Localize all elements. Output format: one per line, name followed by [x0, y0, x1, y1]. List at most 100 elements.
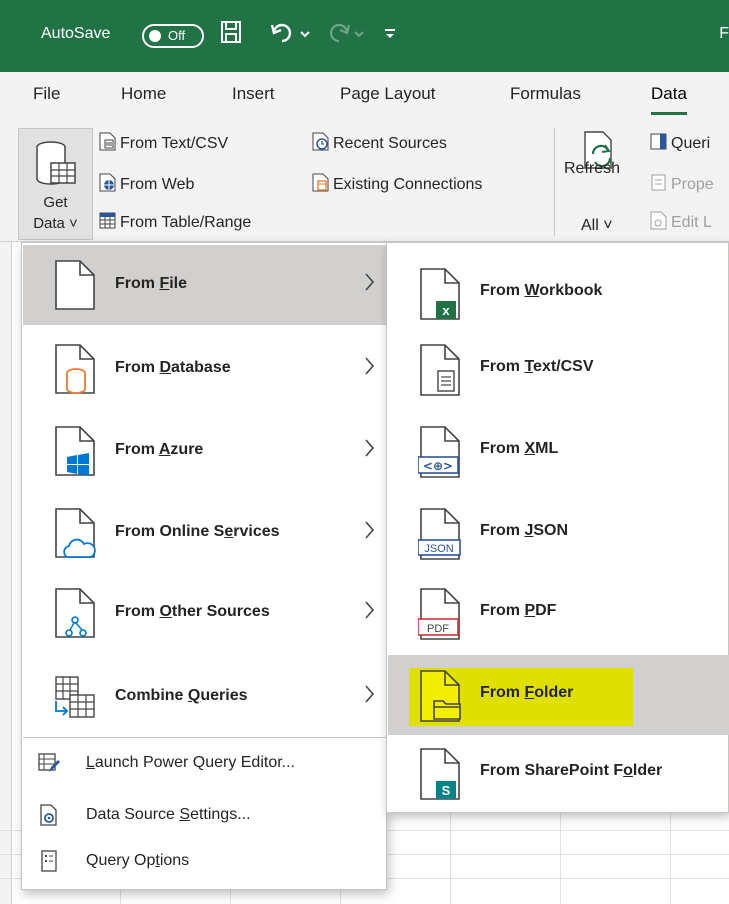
from-file-submenu: x From Workbook From Text/CSV <⊕> From X… [386, 242, 729, 813]
menu-item-label: From Other Sources [115, 603, 270, 620]
menu-item-from-file[interactable]: From File [23, 245, 386, 325]
menu-item-label: From XML [480, 440, 559, 457]
menu-item-label: From File [115, 275, 188, 292]
queries-label: Queri [671, 135, 711, 152]
row-headers [0, 242, 12, 904]
text-csv-icon [420, 344, 460, 396]
online-services-icon [55, 508, 96, 558]
file-icon [55, 260, 95, 310]
toggle-knob [149, 30, 161, 42]
tab-home[interactable]: Home [121, 84, 166, 104]
ribbon: Get Data ˅ From Text/CSV From Web From T… [0, 120, 729, 242]
menu-item-from-online-services[interactable]: From Online Services [23, 493, 386, 573]
table-icon [99, 212, 116, 229]
tab-insert[interactable]: Insert [232, 84, 275, 104]
existing-connections-label: Existing Connections [333, 176, 483, 193]
save-icon[interactable] [220, 20, 242, 44]
menu-item-label: From Text/CSV [480, 358, 594, 375]
edit-links-button: Edit L [650, 211, 712, 232]
menu-item-from-azure[interactable]: From Azure [23, 411, 386, 491]
properties-label: Prope [671, 176, 714, 193]
customize-qat-icon[interactable] [384, 28, 396, 40]
redo-dropdown-icon [354, 31, 364, 38]
chevron-right-icon [365, 601, 375, 619]
menu-separator [23, 737, 386, 738]
tab-page-layout[interactable]: Page Layout [340, 84, 435, 104]
pdf-badge-text: PDF [427, 623, 449, 635]
sharepoint-folder-icon: S [420, 748, 460, 800]
menu-item-label: From JSON [480, 522, 569, 539]
chevron-right-icon [365, 685, 375, 703]
database-icon [55, 344, 95, 394]
menu-item-from-sharepoint-folder[interactable]: S From SharePoint Folder [388, 733, 729, 813]
menu-item-label: Combine Queries [115, 687, 248, 704]
from-table-range-label: From Table/Range [120, 214, 252, 231]
from-web-button[interactable]: From Web [99, 173, 194, 194]
menu-item-from-xml[interactable]: <⊕> From XML [388, 411, 729, 491]
xml-icon: <⊕> [418, 426, 460, 478]
azure-icon [55, 426, 95, 476]
autosave-label: AutoSave [41, 25, 111, 42]
autosave-state: Off [168, 28, 186, 43]
recent-sources-button[interactable]: Recent Sources [312, 132, 447, 153]
pdf-icon: PDF [418, 588, 460, 640]
menu-item-from-other-sources[interactable]: From Other Sources [23, 573, 386, 653]
power-query-editor-icon [38, 753, 60, 772]
undo-dropdown-icon[interactable] [300, 30, 310, 38]
chevron-right-icon [365, 273, 375, 291]
window-title: F [719, 25, 729, 42]
edit-links-label: Edit L [671, 214, 712, 231]
other-sources-icon [55, 588, 95, 638]
from-text-csv-button[interactable]: From Text/CSV [99, 132, 228, 153]
query-options-icon [41, 850, 57, 872]
undo-icon[interactable] [270, 20, 296, 46]
existing-connections-button[interactable]: Existing Connections [312, 173, 482, 194]
menu-item-from-folder[interactable]: From Folder [388, 655, 729, 735]
edit-links-icon [650, 211, 667, 230]
autosave-toggle[interactable]: Off [142, 24, 204, 48]
menu-item-from-pdf[interactable]: PDF From PDF [388, 573, 729, 653]
menu-item-from-workbook[interactable]: x From Workbook [388, 253, 729, 333]
chevron-right-icon [365, 521, 375, 539]
folder-icon [420, 670, 461, 722]
get-data-menu: From File From Database From Azure From … [21, 242, 387, 890]
chevron-right-icon [365, 357, 375, 375]
menu-item-label: From Online Services [115, 523, 280, 540]
tab-formulas[interactable]: Formulas [510, 84, 581, 104]
recent-sources-label: Recent Sources [333, 135, 447, 152]
chevron-right-icon [365, 439, 375, 457]
json-icon: JSON [418, 508, 461, 560]
menu-item-label: From Folder [480, 684, 574, 701]
tab-data[interactable]: Data [651, 84, 687, 115]
xml-badge-text: <⊕> [423, 459, 453, 473]
menu-item-from-text-csv[interactable]: From Text/CSV [388, 329, 729, 409]
menu-item-query-options[interactable]: Query Options [23, 839, 386, 885]
from-web-label: From Web [120, 176, 195, 193]
workbook-icon: x [420, 268, 460, 320]
menu-item-combine-queries[interactable]: Combine Queries [23, 657, 386, 737]
web-icon [99, 173, 116, 192]
menu-item-from-json[interactable]: JSON From JSON [388, 493, 729, 573]
from-text-csv-label: From Text/CSV [120, 135, 229, 152]
refresh-dropdown-label: All ˅ [581, 217, 613, 234]
menu-item-launch-power-query-editor[interactable]: Launch Power Query Editor... [23, 741, 386, 787]
menu-item-label: Launch Power Query Editor... [86, 754, 296, 771]
tab-file[interactable]: File [33, 84, 60, 104]
menu-item-label: Query Options [86, 852, 190, 869]
menu-item-label: From PDF [480, 602, 557, 619]
menu-item-label: From Database [115, 359, 231, 376]
properties-icon [651, 174, 666, 191]
get-data-label: Get [43, 194, 68, 211]
get-data-icon [36, 141, 76, 185]
menu-item-data-source-settings[interactable]: Data Source Settings... [23, 793, 386, 839]
from-table-range-button[interactable]: From Table/Range [99, 211, 251, 232]
menu-item-label: Data Source Settings... [86, 806, 251, 823]
redo-icon [330, 23, 351, 43]
properties-button: Prope [650, 173, 714, 194]
get-data-button[interactable]: Get Data ˅ [18, 128, 93, 240]
queries-connections-button[interactable]: Queri [650, 132, 710, 153]
text-file-icon [99, 132, 116, 151]
sharepoint-badge-text: S [442, 783, 451, 798]
ribbon-tabs: File Home Insert Page Layout Formulas Da… [0, 72, 729, 120]
menu-item-from-database[interactable]: From Database [23, 329, 386, 409]
